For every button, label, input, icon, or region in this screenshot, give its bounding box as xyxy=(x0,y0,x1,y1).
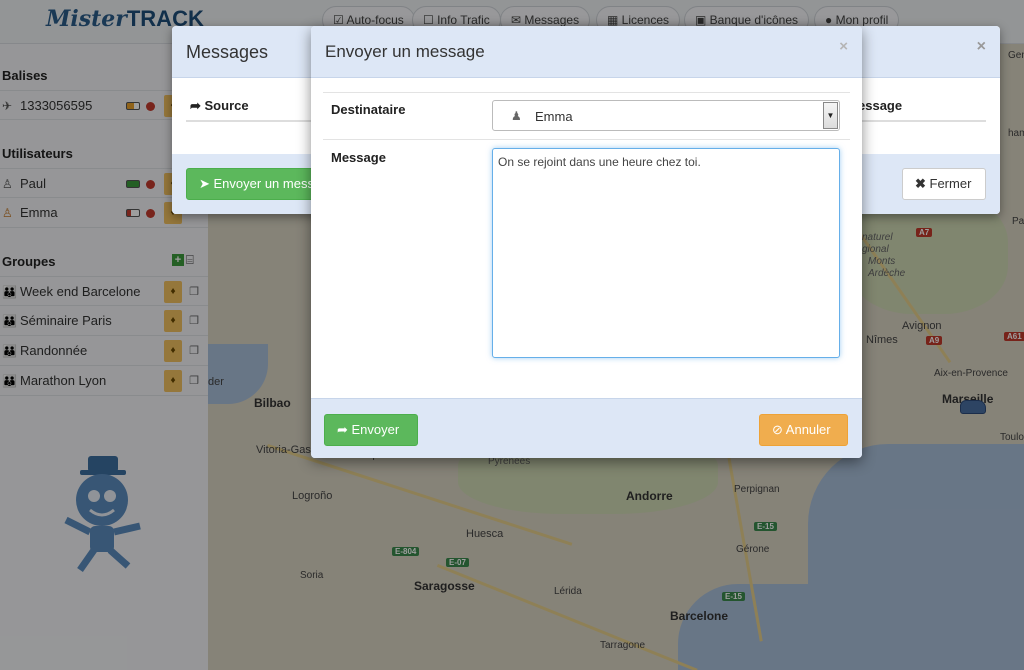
button-label: Envoyer un message xyxy=(213,176,326,191)
button-label: Fermer xyxy=(929,176,972,191)
modal-title: Messages xyxy=(186,42,269,62)
close-icon[interactable]: × xyxy=(977,38,986,56)
close-icon[interactable]: × xyxy=(839,38,848,55)
recipient-label: Destinataire xyxy=(331,102,406,117)
modal-footer: ➦ Envoyer ⊘ Annuler xyxy=(311,398,862,458)
user-icon: ♟ xyxy=(511,109,522,123)
column-header-source[interactable]: ➦ Source xyxy=(190,98,249,114)
column-header-message[interactable]: essage xyxy=(858,98,902,113)
recipient-value: Emma xyxy=(535,109,573,124)
chevron-down-icon[interactable]: ▼ xyxy=(823,102,838,129)
button-label: Annuler xyxy=(785,422,831,437)
recipient-select[interactable]: ♟ Emma ▼ xyxy=(492,100,840,131)
divider xyxy=(323,139,850,140)
app-root: der Bilbao Vitoria-Gasteiz Pamplune Pyré… xyxy=(0,0,1024,670)
sign-in-icon: ➦ xyxy=(190,98,205,113)
annuler-button[interactable]: ⊘ Annuler xyxy=(759,414,848,446)
ban-icon: ⊘ xyxy=(772,422,786,437)
column-label: Source xyxy=(204,98,249,113)
paper-plane-icon: ➤ xyxy=(199,176,214,191)
fermer-button[interactable]: ✖ Fermer xyxy=(902,168,986,200)
close-x-icon: ✖ xyxy=(915,176,930,191)
share-arrow-icon: ➦ xyxy=(337,422,352,437)
envoyer-button[interactable]: ➦ Envoyer xyxy=(324,414,418,446)
button-label: Envoyer xyxy=(351,422,400,437)
modal-title: Envoyer un message xyxy=(325,42,485,61)
divider xyxy=(323,92,850,93)
send-message-button[interactable]: ➤ Envoyer un message xyxy=(186,168,326,200)
message-textarea[interactable]: On se rejoint dans une heure chez toi. xyxy=(492,148,840,358)
modal-header: Envoyer un message × xyxy=(311,26,862,78)
send-message-modal: Envoyer un message × Destinataire ♟ Emma… xyxy=(311,26,862,458)
message-label: Message xyxy=(331,150,386,165)
